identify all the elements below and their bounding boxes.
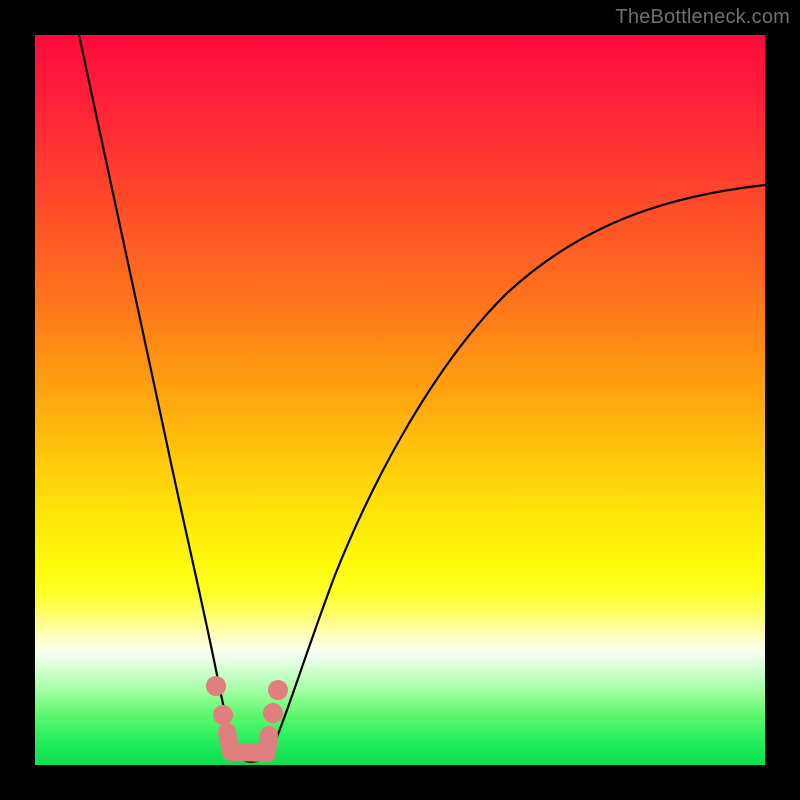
plot-area	[35, 35, 765, 765]
chart-frame: TheBottleneck.com	[0, 0, 800, 800]
watermark-text: TheBottleneck.com	[615, 6, 790, 29]
chart-overlay	[35, 35, 765, 765]
y-axis	[35, 35, 36, 765]
curve-left	[79, 35, 235, 753]
x-axis	[35, 764, 765, 765]
curve-right	[271, 185, 765, 751]
optimal-marker	[206, 676, 288, 753]
